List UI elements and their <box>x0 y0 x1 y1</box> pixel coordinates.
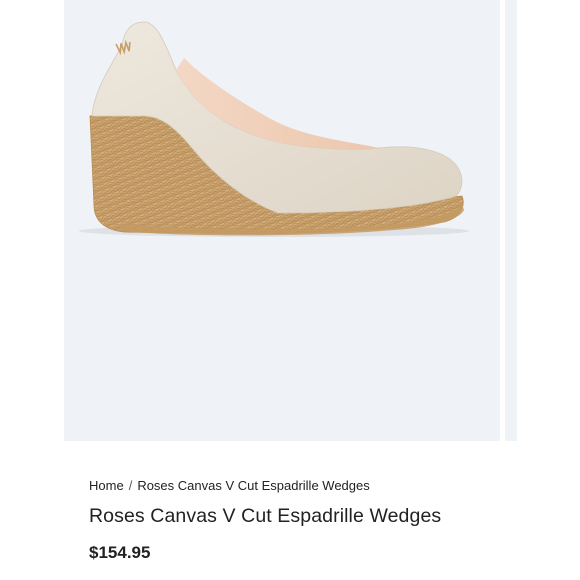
product-info: Home / Roses Canvas V Cut Espadrille Wed… <box>89 478 559 563</box>
product-title: Roses Canvas V Cut Espadrille Wedges <box>89 505 442 527</box>
breadcrumb-separator: / <box>128 478 133 493</box>
breadcrumb-current: Roses Canvas V Cut Espadrille Wedges <box>137 478 370 493</box>
product-price: $154.95 <box>89 543 151 562</box>
product-image-gallery[interactable] <box>64 0 500 441</box>
product-image[interactable] <box>64 0 500 441</box>
breadcrumb: Home / Roses Canvas V Cut Espadrille Wed… <box>89 478 559 493</box>
breadcrumb-home-link[interactable]: Home <box>89 478 124 493</box>
gallery-scroll-edge <box>505 0 517 441</box>
